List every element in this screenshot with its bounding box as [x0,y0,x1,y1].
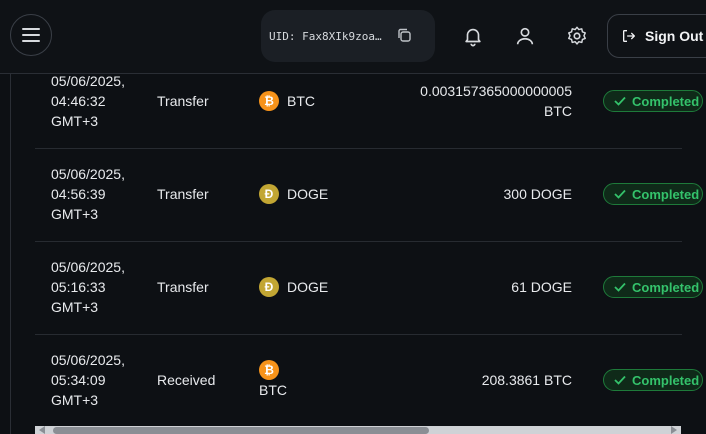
tx-date-line: 05/06/2025, [51,166,125,182]
status-badge: Completed [603,183,703,205]
uid-text: UID: Fax8XIk9zoa… [269,29,382,43]
tx-asset: Ð DOGE [259,277,328,297]
table-row: 05/06/2025, 05:34:09 GMT+3 Received ₿ BT… [35,334,703,427]
scrollbar-thumb[interactable] [53,427,429,434]
tx-type: Transfer [157,186,209,202]
copy-uid-button[interactable] [397,28,411,47]
top-header: UID: Fax8XIk9zoa… Sign Out [0,0,706,74]
copy-icon [398,28,411,42]
tx-date: 05/06/2025, 05:16:33 GMT+3 [51,257,151,317]
scroll-right-arrow[interactable] [671,426,677,434]
tx-date: 05/06/2025, 04:46:32 GMT+3 [51,74,151,131]
tx-type: Transfer [157,93,209,109]
tx-date: 05/06/2025, 05:34:09 GMT+3 [51,350,151,410]
tx-amount-line: 300 DOGE [503,186,572,202]
tx-amount-line: 208.3861 BTC [481,372,572,388]
status-label: Completed [632,372,700,388]
status-label: Completed [632,93,700,109]
transactions-panel: 05/06/2025, 04:46:32 GMT+3 Transfer ₿ BT… [10,74,706,434]
check-icon [614,189,626,199]
profile-button[interactable] [513,24,537,48]
tx-date-line: 05:34:09 [51,372,106,388]
menu-icon [22,28,40,42]
sign-out-label: Sign Out [645,28,704,44]
tx-date: 05/06/2025, 04:56:39 GMT+3 [51,164,151,224]
tx-type: Transfer [157,279,209,295]
tx-date-line: 05/06/2025, [51,352,125,368]
status-label: Completed [632,186,700,202]
tx-date-line: GMT+3 [51,392,99,408]
user-icon [516,27,534,45]
sign-out-button[interactable]: Sign Out [607,14,706,58]
tx-amount: 300 DOGE [504,184,572,204]
status-badge: Completed [603,276,703,298]
bitcoin-icon: ₿ [259,360,279,380]
table-row: 05/06/2025, 05:16:33 GMT+3 Transfer Ð DO… [35,241,703,335]
horizontal-scrollbar[interactable] [35,426,681,434]
gear-icon [568,26,586,45]
bell-icon [465,28,481,47]
tx-asset: ₿ BTC [259,91,315,111]
tx-amount-line: 0.003157365000000005 [420,83,572,99]
status-badge: Completed [603,90,703,112]
dogecoin-icon: Ð [259,277,279,297]
tx-asset-label: BTC [287,93,315,109]
tx-amount: 61 DOGE [511,277,572,297]
tx-asset-label: DOGE [287,279,329,295]
tx-date-line: GMT+3 [51,299,99,315]
tx-asset: Ð DOGE [259,184,328,204]
notifications-button[interactable] [461,24,485,48]
tx-asset-label: DOGE [287,186,329,202]
check-icon [614,96,626,106]
settings-button[interactable] [565,24,589,48]
tx-date-line: 05/06/2025, [51,74,125,89]
tx-amount-line: BTC [544,103,572,119]
tx-amount: 208.3861 BTC [482,370,572,390]
tx-date-line: 04:56:39 [51,186,106,202]
tx-date-line: GMT+3 [51,206,99,222]
tx-date-line: 05:16:33 [51,279,106,295]
check-icon [614,375,626,385]
tx-type: Received [157,372,216,388]
table-row: 05/06/2025, 04:46:32 GMT+3 Transfer ₿ BT… [35,74,703,149]
menu-button[interactable] [10,14,52,56]
tx-amount: 0.003157365000000005 BTC [420,81,572,121]
tx-asset-label: BTC [259,382,287,398]
tx-date-line: GMT+3 [51,113,99,129]
bitcoin-icon: ₿ [259,91,279,111]
table-row: 05/06/2025, 04:56:39 GMT+3 Transfer Ð DO… [35,148,703,242]
status-badge: Completed [603,369,703,391]
check-icon [614,282,626,292]
tx-date-line: 04:46:32 [51,93,106,109]
scroll-left-arrow[interactable] [39,426,45,434]
tx-asset: ₿ BTC [259,360,287,400]
status-label: Completed [632,279,700,295]
dogecoin-icon: Ð [259,184,279,204]
tx-amount-line: 61 DOGE [511,279,572,295]
sign-out-icon [623,30,635,42]
tx-date-line: 05/06/2025, [51,259,125,275]
